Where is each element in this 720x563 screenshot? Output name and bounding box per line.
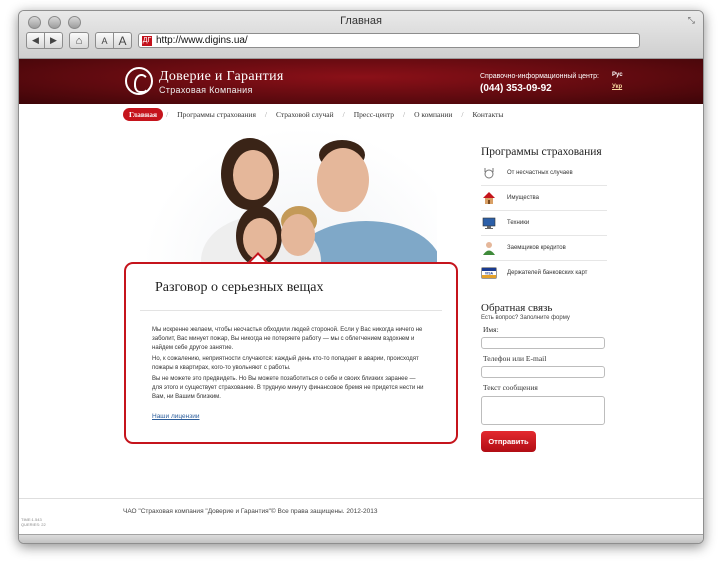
phone-email-input[interactable] [481, 366, 605, 378]
browser-window: Главная ⤡ ◀ ▶ ⌂ A A ДГ http://www.digins… [18, 10, 704, 544]
submit-button[interactable]: Отправить [481, 431, 536, 452]
house-icon [481, 191, 497, 205]
menu-item-home[interactable]: Главная [123, 107, 164, 121]
logo-icon[interactable] [125, 67, 153, 95]
menu-item-insured-event[interactable]: Страховой случай [270, 108, 340, 121]
feedback-title: Обратная связь [481, 302, 553, 314]
program-item[interactable]: Техники [481, 211, 607, 236]
back-button[interactable]: ◀ [26, 32, 45, 49]
hotline-label: Справочно-информационный центр: [480, 73, 599, 80]
program-item[interactable]: VISA Держателей банковских карт [481, 261, 607, 285]
text-smaller-button[interactable]: A [95, 32, 114, 49]
history-buttons: ◀ ▶ [26, 32, 63, 49]
monitor-icon [481, 216, 497, 230]
programs-list: От несчастных случаев Имущества Техники … [481, 161, 607, 285]
program-label[interactable]: Имущества [507, 195, 539, 201]
licenses-link[interactable]: Наши лицензии [152, 413, 199, 420]
window-title: Главная [340, 15, 382, 27]
menu-separator: / [342, 109, 345, 119]
browser-toolbar: ◀ ▶ ⌂ A A ДГ http://www.digins.ua/ [26, 32, 640, 49]
article-paragraph: Вы не можете это предвидеть. Но Вы может… [152, 376, 424, 400]
svg-text:VISA: VISA [485, 272, 494, 276]
program-label[interactable]: От несчастных случаев [507, 170, 573, 176]
title-bar: Главная ⤡ ◀ ▶ ⌂ A A ДГ http://www.digins… [19, 11, 703, 59]
article-title: Разговор о серьезных вещах [155, 280, 324, 295]
article-paragraph: Мы искренне желаем, чтобы несчастья обхо… [152, 327, 423, 351]
text-size-buttons: A A [95, 32, 132, 49]
menu-separator: / [461, 109, 464, 119]
lang-ru: Рус [612, 72, 623, 78]
father-face [317, 148, 369, 212]
visa-card-icon: VISA [481, 266, 497, 280]
article-divider [140, 310, 442, 311]
forward-button[interactable]: ▶ [45, 32, 63, 49]
article-box: Разговор о серьезных вещах Мы искренне ж… [124, 262, 458, 444]
program-label[interactable]: Техники [507, 220, 529, 226]
debug-info: TIME:1.543 QUERIES: 22 [21, 517, 46, 527]
brand-subtitle: Страховая Компания [159, 85, 253, 95]
main-menu: Главная / Программы страхования / Страхо… [123, 107, 509, 121]
menu-item-contacts[interactable]: Контакты [467, 108, 510, 121]
article-paragraph: Но, к сожалению, неприятности случаются:… [152, 356, 419, 371]
lang-ua-link[interactable]: Укр [612, 84, 622, 90]
family-photo [141, 126, 437, 266]
program-item[interactable]: От несчастных случаев [481, 161, 607, 186]
hotline-phone: (044) 353-09-92 [480, 83, 552, 94]
favicon-icon: ДГ [142, 35, 152, 46]
feedback-subtitle: Есть вопрос? Заполните форму [481, 315, 570, 321]
footer-divider [19, 498, 703, 499]
text-bigger-button[interactable]: A [114, 32, 132, 49]
menu-item-press-center[interactable]: Пресс-центр [348, 108, 400, 121]
menu-separator: / [166, 109, 169, 119]
menu-item-programs[interactable]: Программы страхования [171, 108, 262, 121]
resize-icon[interactable]: ⤡ [688, 15, 695, 26]
phone-label: Телефон или E-mail [483, 354, 547, 363]
programs-title: Программы страхования [481, 146, 602, 158]
name-input[interactable] [481, 337, 605, 349]
message-textarea[interactable] [481, 396, 605, 425]
menu-separator: / [403, 109, 406, 119]
program-item[interactable]: Заемщиков кредитов [481, 236, 607, 261]
boy-face [281, 214, 315, 256]
address-bar[interactable]: ДГ http://www.digins.ua/ [138, 33, 640, 48]
person-icon [481, 241, 497, 255]
mother-face [233, 150, 273, 200]
stethoscope-icon [481, 166, 497, 180]
message-label: Текст сообщения [483, 383, 538, 392]
address-url[interactable]: http://www.digins.ua/ [156, 35, 248, 46]
program-label[interactable]: Заемщиков кредитов [507, 245, 566, 251]
program-item[interactable]: Имущества [481, 186, 607, 211]
menu-separator: / [264, 109, 267, 119]
site-header: Доверие и Гарантия Страховая Компания Сп… [19, 59, 703, 104]
home-button[interactable]: ⌂ [69, 32, 89, 49]
article-body: Мы искренне желаем, чтобы несчастья обхо… [152, 326, 424, 404]
status-bar [19, 534, 703, 543]
brand-name[interactable]: Доверие и Гарантия [159, 69, 284, 85]
program-label[interactable]: Держателей банковских карт [507, 270, 587, 276]
name-label: Имя: [483, 325, 499, 334]
footer-copyright: ЧАО "Страховая компания "Доверие и Гаран… [123, 508, 378, 515]
menu-item-about[interactable]: О компании [408, 108, 458, 121]
